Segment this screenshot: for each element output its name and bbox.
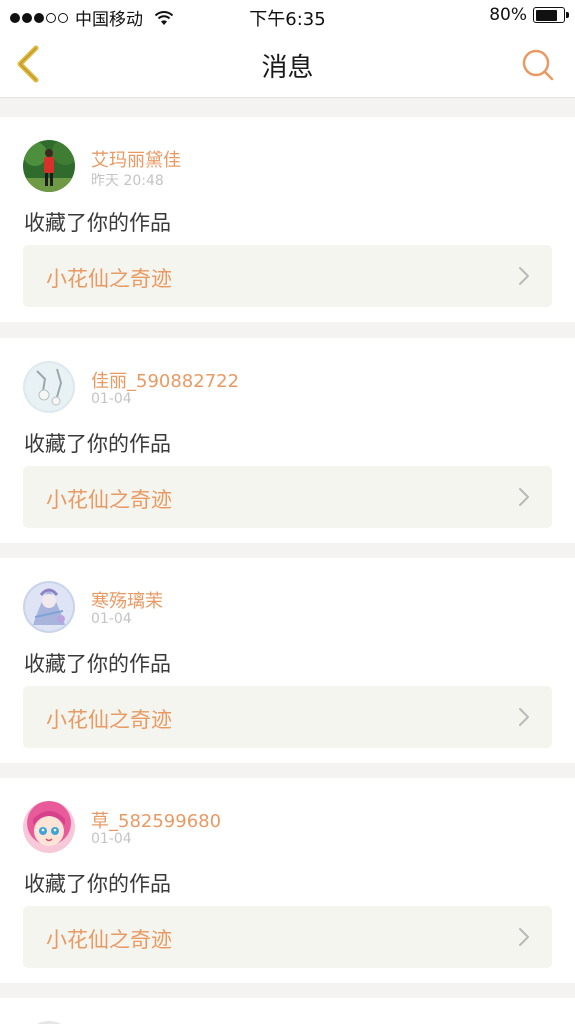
timestamp: 昨天 20:48 xyxy=(91,173,164,189)
work-link[interactable]: 小花仙之奇迹 xyxy=(23,906,552,968)
message-card-partial xyxy=(0,998,575,1024)
avatar[interactable] xyxy=(23,581,75,633)
timestamp: 01-04 xyxy=(91,611,132,627)
work-title: 小花仙之奇迹 xyxy=(46,267,172,291)
timestamp: 01-04 xyxy=(91,391,132,407)
message-card: 佳丽_590882722 01-04 收藏了你的作品 小花仙之奇迹 xyxy=(0,338,575,543)
username[interactable]: 佳丽_590882722 xyxy=(91,367,239,393)
page-title: 消息 xyxy=(261,53,314,83)
user-photo-image xyxy=(23,801,75,853)
user-photo-image xyxy=(23,581,75,633)
work-link[interactable]: 小花仙之奇迹 xyxy=(23,686,552,748)
action-text: 收藏了你的作品 xyxy=(24,652,171,676)
message-card: 草_582599680 01-04 收藏了你的作品 小花仙之奇迹 xyxy=(0,778,575,983)
action-text: 收藏了你的作品 xyxy=(24,872,171,896)
avatar[interactable] xyxy=(23,361,75,413)
username[interactable]: 艾玛丽黛佳 xyxy=(91,146,181,172)
battery-percent: 80% xyxy=(489,5,527,25)
status-bar: 中国移动 下午6:35 80% xyxy=(0,0,575,32)
work-link[interactable]: 小花仙之奇迹 xyxy=(23,245,552,307)
search-icon[interactable] xyxy=(521,48,555,82)
avatar[interactable] xyxy=(23,801,75,853)
chevron-right-icon xyxy=(519,928,529,946)
work-title: 小花仙之奇迹 xyxy=(46,488,172,512)
chevron-right-icon xyxy=(519,267,529,285)
action-text: 收藏了你的作品 xyxy=(24,432,171,456)
message-card: 寒殇璃茉 01-04 收藏了你的作品 小花仙之奇迹 xyxy=(0,558,575,763)
user-photo-image xyxy=(23,361,75,413)
action-text: 收藏了你的作品 xyxy=(24,211,171,235)
work-title: 小花仙之奇迹 xyxy=(46,928,172,952)
username[interactable]: 寒殇璃茉 xyxy=(91,587,163,613)
status-right: 80% xyxy=(489,5,569,25)
nav-bar: 消息 xyxy=(0,32,575,98)
work-link[interactable]: 小花仙之奇迹 xyxy=(23,466,552,528)
username[interactable]: 草_582599680 xyxy=(91,807,221,833)
message-card: 艾玛丽黛佳 昨天 20:48 收藏了你的作品 小花仙之奇迹 xyxy=(0,117,575,322)
battery-icon xyxy=(533,7,569,23)
user-photo-image xyxy=(23,140,75,192)
timestamp: 01-04 xyxy=(91,831,132,847)
work-title: 小花仙之奇迹 xyxy=(46,708,172,732)
avatar[interactable] xyxy=(23,140,75,192)
chevron-right-icon xyxy=(519,708,529,726)
chevron-right-icon xyxy=(519,488,529,506)
